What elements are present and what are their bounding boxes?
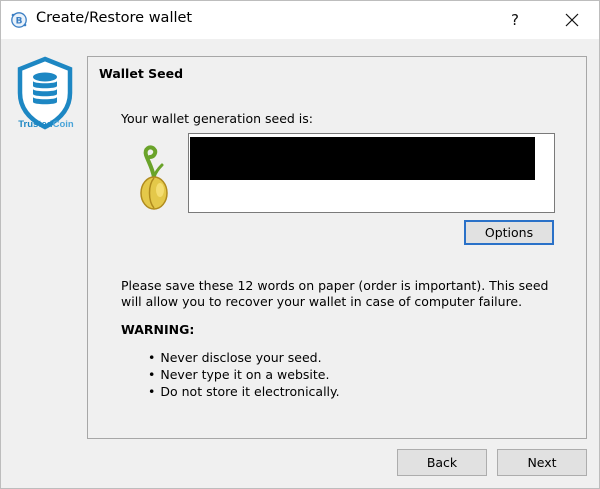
next-button[interactable]: Next xyxy=(497,449,587,476)
warning-item: Never disclose your seed. xyxy=(148,349,340,366)
page-title: Wallet Seed xyxy=(99,66,184,81)
window-title: Create/Restore wallet xyxy=(36,10,193,26)
electrum-icon: B xyxy=(11,12,27,28)
wallet-seed-panel: Wallet Seed Your wallet generation seed … xyxy=(87,56,587,439)
back-button[interactable]: Back xyxy=(397,449,487,476)
seed-label: Your wallet generation seed is: xyxy=(121,111,314,126)
warning-label: WARNING: xyxy=(121,322,195,337)
seed-textbox[interactable]: [redacted] xyxy=(188,133,555,213)
create-restore-wallet-dialog: B Create/Restore wallet ? TrustedCoin Wa… xyxy=(0,0,600,489)
close-button[interactable] xyxy=(549,1,595,39)
title-bar: B Create/Restore wallet ? xyxy=(1,1,599,39)
svg-text:B: B xyxy=(16,17,23,27)
options-button[interactable]: Options xyxy=(464,220,554,245)
seed-sprout-icon xyxy=(140,145,168,210)
logo-label: TrustedCoin xyxy=(15,119,77,130)
warning-item: Never type it on a website. xyxy=(148,366,340,383)
logo-label-coin: Coin xyxy=(52,119,74,130)
seed-text-redacted: [redacted] xyxy=(190,137,535,180)
help-icon: ? xyxy=(511,11,519,29)
logo-label-trusted: Trusted xyxy=(18,119,53,130)
seed-info-text: Please save these 12 words on paper (ord… xyxy=(121,278,549,309)
help-button[interactable]: ? xyxy=(495,1,535,39)
warning-list: Never disclose your seed. Never type it … xyxy=(148,349,340,400)
warning-item: Do not store it electronically. xyxy=(148,383,339,400)
close-icon xyxy=(565,13,579,27)
